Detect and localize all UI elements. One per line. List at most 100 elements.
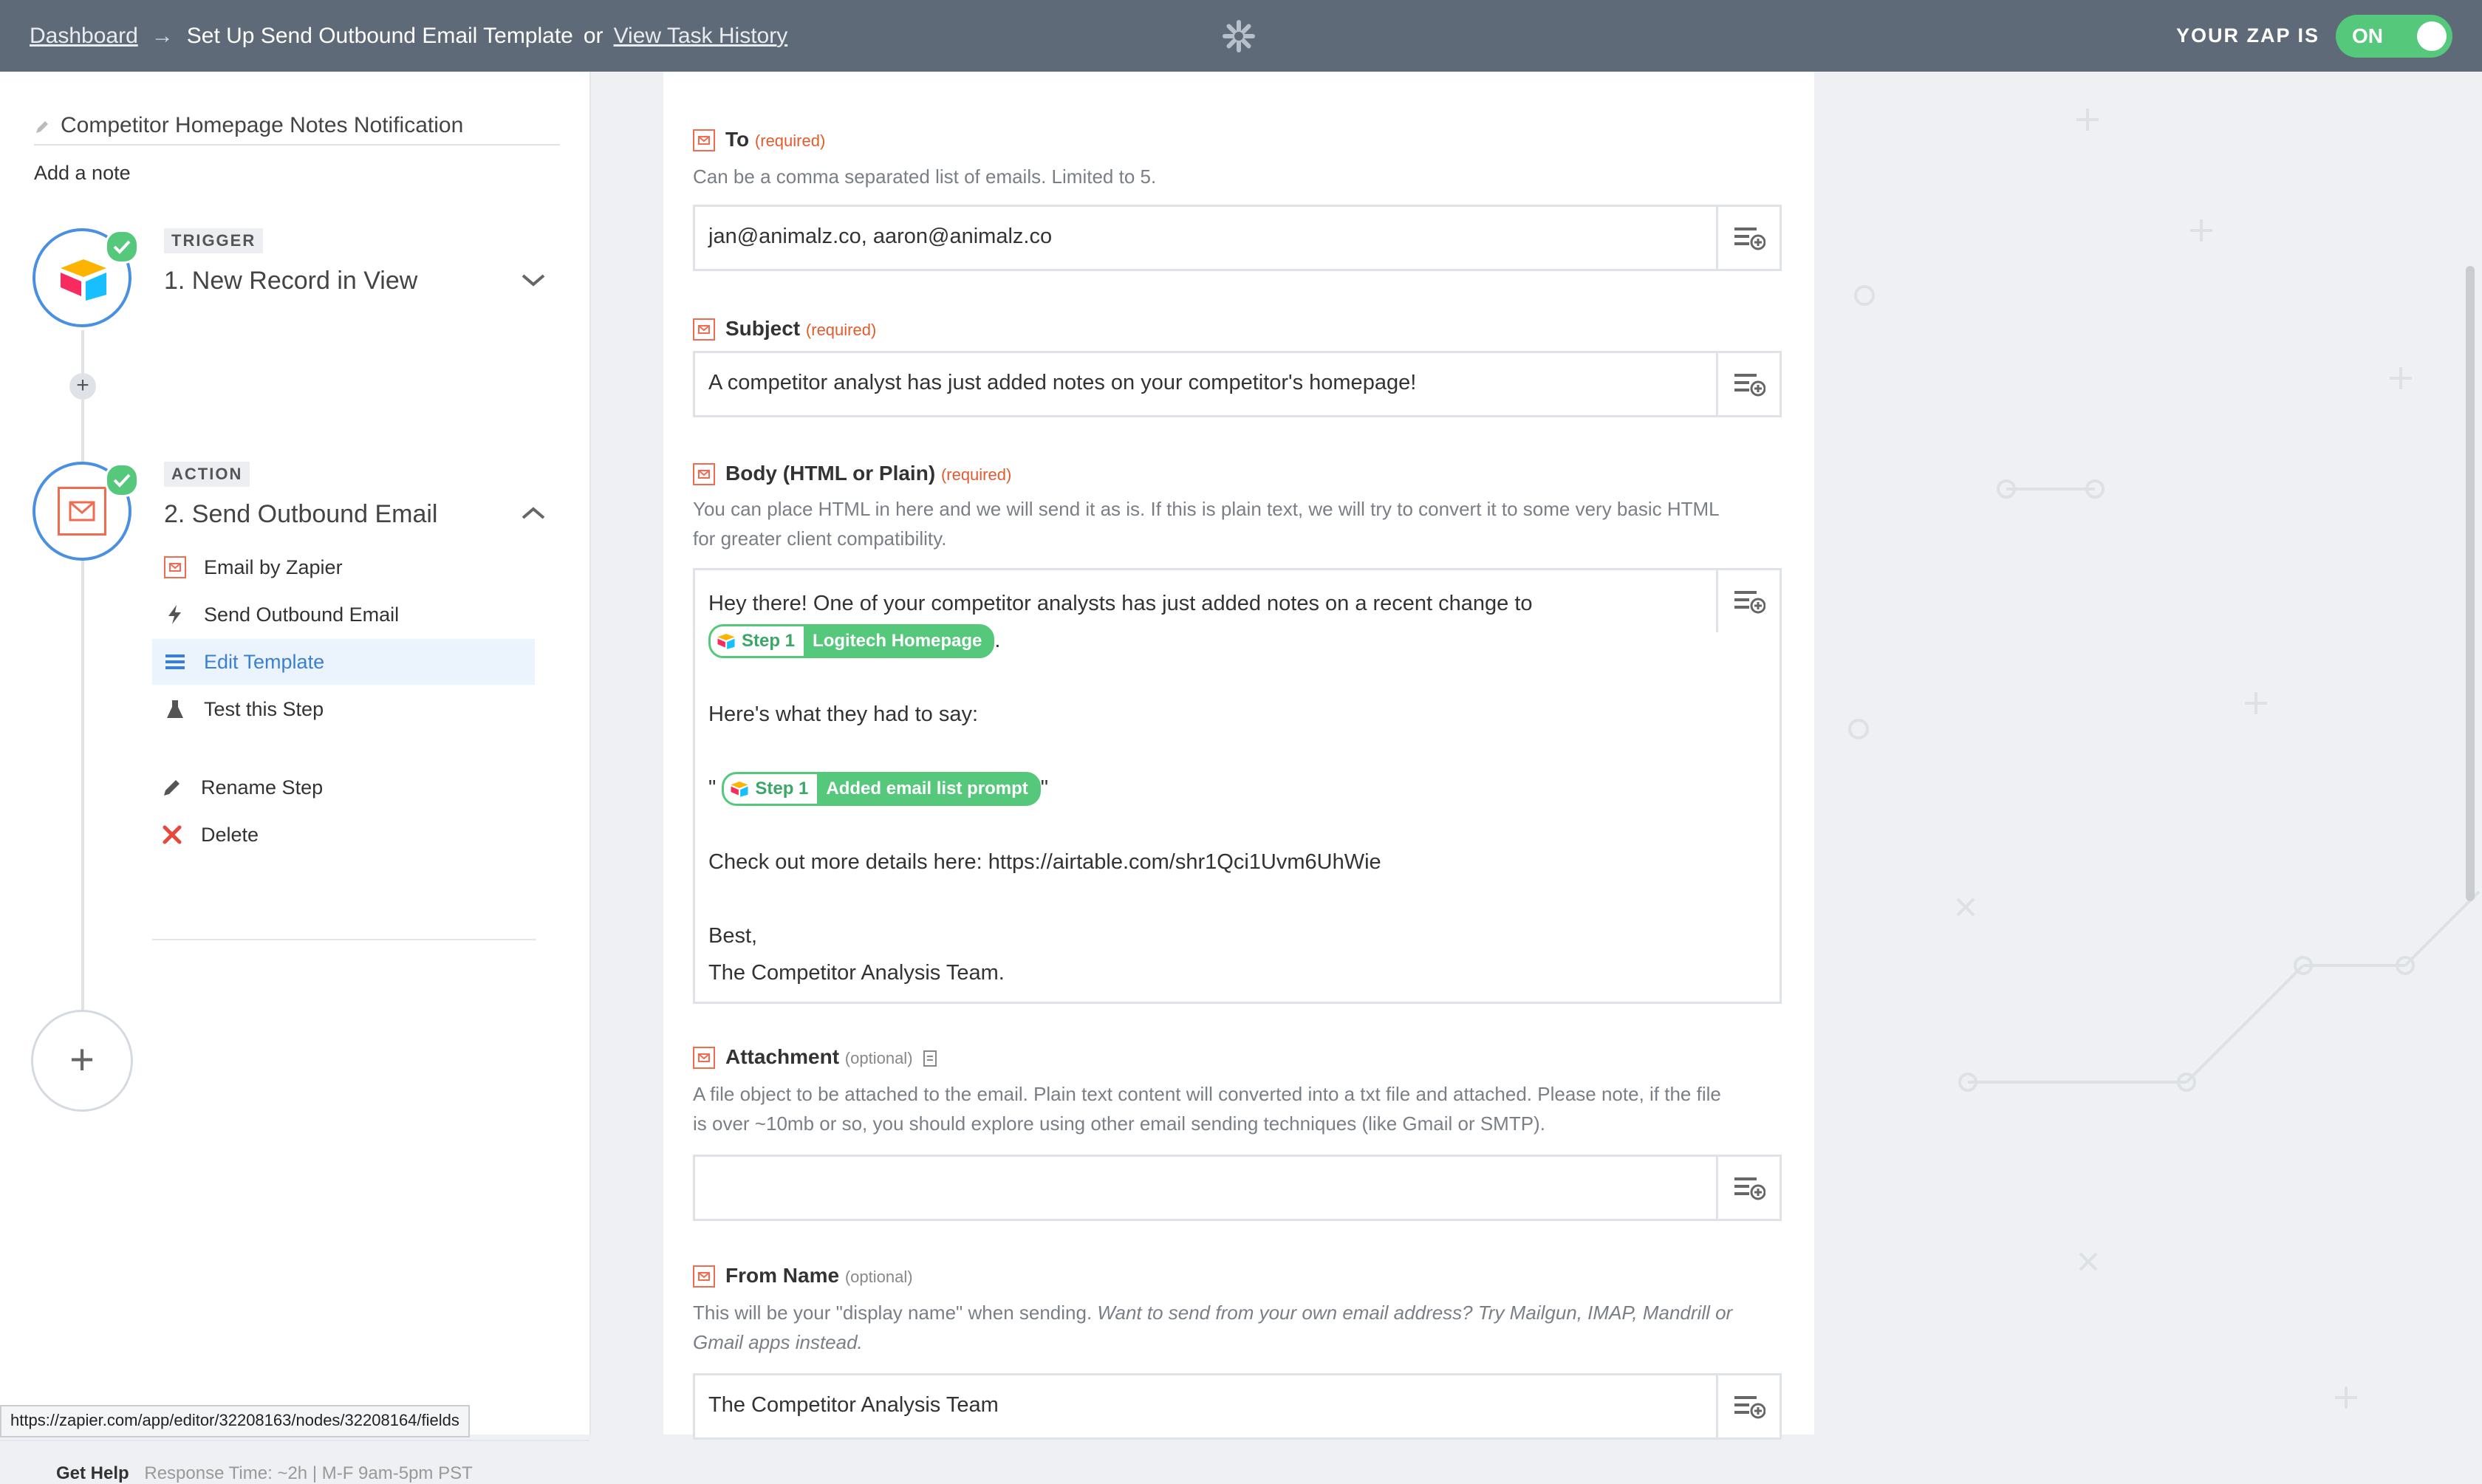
pencil-icon bbox=[164, 780, 180, 796]
help-divider bbox=[0, 1440, 589, 1444]
template-form-panel: To (required) Can be a comma separated l… bbox=[663, 72, 1814, 1440]
menu-delete[interactable]: Delete bbox=[149, 812, 532, 858]
body-content: Hey there! One of your competitor analys… bbox=[708, 585, 1698, 991]
mail-icon bbox=[693, 463, 715, 485]
from-name-value: The Competitor Analysis Team bbox=[708, 1393, 999, 1417]
body-line: The Competitor Analysis Team. bbox=[708, 961, 1005, 985]
view-task-history-link[interactable]: View Task History bbox=[614, 24, 788, 49]
insert-field-button[interactable] bbox=[1716, 570, 1780, 632]
from-name-help-line1: This will be your "display name" when se… bbox=[693, 1298, 1732, 1327]
chevron-down-icon[interactable] bbox=[520, 271, 547, 289]
required-tag: (required) bbox=[754, 131, 826, 150]
zap-on-toggle[interactable]: ON bbox=[2336, 14, 2452, 58]
trigger-step-title[interactable]: 1. New Record in View bbox=[164, 267, 417, 295]
page-title: Set Up Send Outbound Email Template bbox=[186, 23, 573, 48]
insert-field-button[interactable] bbox=[1716, 207, 1780, 269]
toggle-knob bbox=[2417, 21, 2447, 51]
insert-field-icon bbox=[1734, 228, 1765, 250]
from-name-help-line2: Gmail apps instead. bbox=[693, 1327, 863, 1357]
pill-step: Step 1 bbox=[742, 631, 796, 652]
airtable-logo-icon bbox=[731, 782, 748, 798]
zap-name-text: Competitor Homepage Notes Notification bbox=[61, 113, 464, 137]
breadcrumb: Dashboard → Set Up Send Outbound Email T… bbox=[30, 0, 787, 72]
chevron-up-icon[interactable] bbox=[520, 505, 547, 522]
attachment-help-line2: is over ~10mb or so, you should explore … bbox=[693, 1112, 1545, 1135]
insert-field-button[interactable] bbox=[1716, 353, 1780, 415]
subject-label-text: Subject bbox=[725, 317, 801, 340]
page-scrollbar[interactable] bbox=[2466, 266, 2475, 901]
from-name-help-italic-2: Gmail apps instead. bbox=[693, 1331, 863, 1353]
body-line: Best, bbox=[708, 924, 758, 948]
body-help-line2: for greater client compatibility. bbox=[693, 527, 947, 550]
zap-name-field[interactable]: Competitor Homepage Notes Notification bbox=[34, 113, 560, 146]
flask-icon bbox=[167, 700, 183, 718]
top-bar: Dashboard → Set Up Send Outbound Email T… bbox=[0, 0, 2482, 72]
menu-label: Test this Step bbox=[204, 698, 324, 720]
mail-icon bbox=[164, 556, 186, 578]
zap-status-label: YOUR ZAP IS bbox=[2175, 24, 2319, 47]
mail-icon bbox=[693, 1047, 715, 1069]
attachment-label-text: Attachment bbox=[725, 1045, 840, 1068]
menu-test-this-step[interactable]: Test this Step bbox=[152, 686, 535, 732]
menu-divider bbox=[152, 939, 536, 940]
subject-input[interactable]: A competitor analyst has just added note… bbox=[693, 351, 1782, 417]
insert-field-icon bbox=[1734, 1396, 1765, 1419]
menu-rename-step[interactable]: Rename Step bbox=[149, 765, 532, 810]
body-label-text: Body (HTML or Plain) bbox=[725, 462, 936, 485]
body-line: Check out more details here: https://air… bbox=[708, 850, 1381, 874]
field-pill-logitech-homepage[interactable]: Step 1 Logitech Homepage bbox=[708, 624, 995, 659]
file-note-icon[interactable] bbox=[923, 1050, 939, 1067]
get-help-row[interactable]: Get Help Response Time: ~2h | M-F 9am-5p… bbox=[56, 1463, 473, 1484]
body-line: Here's what they had to say: bbox=[708, 702, 979, 726]
insert-field-icon bbox=[1734, 1177, 1765, 1200]
or-text: or bbox=[583, 23, 604, 48]
steps-connector-line bbox=[81, 330, 84, 1025]
required-tag: (required) bbox=[940, 465, 1012, 484]
mail-icon bbox=[693, 318, 715, 341]
status-url-bar: https://zapier.com/app/editor/32208163/n… bbox=[0, 1405, 470, 1437]
add-step-button[interactable]: + bbox=[31, 1010, 133, 1112]
add-note-link[interactable]: Add a note bbox=[34, 162, 131, 185]
body-textarea[interactable]: Hey there! One of your competitor analys… bbox=[693, 568, 1782, 1004]
insert-field-icon bbox=[1734, 374, 1765, 397]
from-name-help-italic: Want to send from your own email address… bbox=[1097, 1302, 1733, 1324]
optional-tag: (optional) bbox=[844, 1049, 913, 1067]
from-name-label-text: From Name bbox=[725, 1264, 840, 1287]
body-line-with-pill: Step 1 Logitech Homepage . bbox=[708, 622, 1698, 659]
to-value: jan@animalz.co, aaron@animalz.co bbox=[708, 225, 1053, 248]
bolt-icon bbox=[168, 605, 181, 624]
attachment-input[interactable] bbox=[693, 1155, 1782, 1221]
menu-label: Rename Step bbox=[201, 776, 324, 799]
menu-send-outbound-email[interactable]: Send Outbound Email bbox=[152, 592, 535, 637]
menu-label: Send Outbound Email bbox=[204, 603, 400, 626]
menu-edit-template[interactable]: Edit Template bbox=[152, 639, 535, 685]
field-pill-added-email-list-prompt[interactable]: Step 1 Added email list prompt bbox=[722, 772, 1041, 807]
background-pattern bbox=[1848, 109, 2481, 1409]
to-input[interactable]: jan@animalz.co, aaron@animalz.co bbox=[693, 205, 1782, 271]
from-name-help-plain: This will be your "display name" when se… bbox=[693, 1302, 1093, 1324]
action-complete-check-icon bbox=[105, 463, 139, 497]
add-step-between-button[interactable]: + bbox=[69, 373, 96, 400]
from-name-input[interactable]: The Competitor Analysis Team bbox=[693, 1373, 1782, 1440]
menu-label: Email by Zapier bbox=[204, 556, 343, 578]
list-icon bbox=[165, 654, 185, 669]
subject-value: A competitor analyst has just added note… bbox=[708, 371, 1417, 394]
to-help: Can be a comma separated list of emails.… bbox=[693, 165, 1157, 188]
required-tag: (required) bbox=[805, 321, 877, 339]
pill-step: Step 1 bbox=[755, 779, 809, 799]
breadcrumb-arrow: → bbox=[151, 23, 174, 48]
pencil-icon bbox=[36, 121, 48, 133]
body-period: . bbox=[994, 629, 1001, 652]
sidebar: Competitor Homepage Notes Notification A… bbox=[0, 72, 591, 1483]
insert-field-icon bbox=[1734, 591, 1765, 614]
pill-value: Added email list prompt bbox=[826, 779, 1028, 799]
dashboard-link[interactable]: Dashboard bbox=[30, 24, 138, 49]
insert-field-button[interactable] bbox=[1716, 1375, 1780, 1437]
menu-email-by-zapier[interactable]: Email by Zapier bbox=[152, 544, 535, 590]
trigger-complete-check-icon bbox=[105, 230, 139, 264]
mail-icon bbox=[693, 1265, 715, 1288]
insert-field-button[interactable] bbox=[1716, 1157, 1780, 1219]
action-step-title[interactable]: 2. Send Outbound Email bbox=[164, 500, 437, 529]
to-label-text: To bbox=[725, 128, 750, 151]
zapier-logo-icon[interactable] bbox=[1220, 18, 1257, 55]
